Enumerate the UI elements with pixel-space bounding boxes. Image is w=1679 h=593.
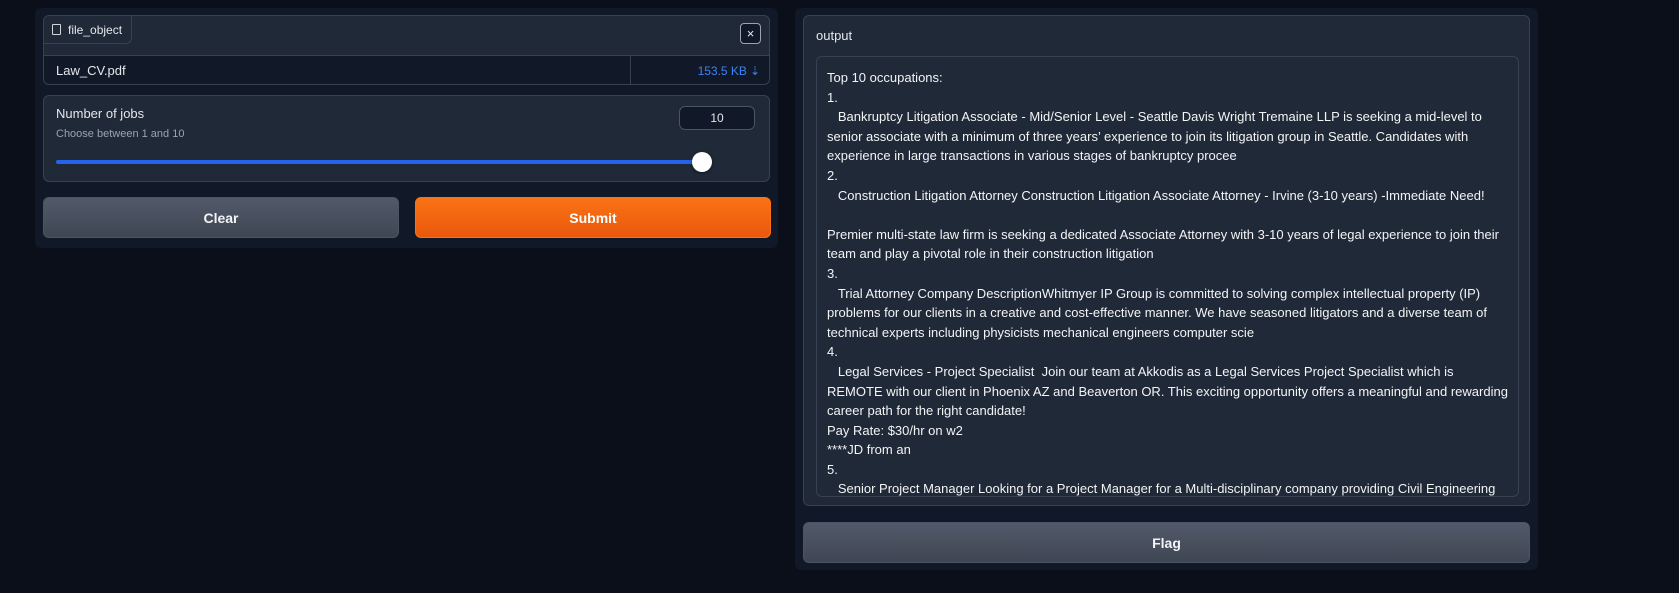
file-icon [52, 24, 61, 35]
slider-thumb[interactable] [692, 152, 712, 172]
submit-button[interactable]: Submit [415, 197, 771, 238]
file-upload[interactable]: file_object × Law_CV.pdf 153.5 KB ⇣ [43, 15, 770, 85]
clear-button[interactable]: Clear [43, 197, 399, 238]
file-size: 153.5 KB [697, 63, 747, 78]
flag-button[interactable]: Flag [803, 522, 1530, 563]
file-name: Law_CV.pdf [44, 56, 631, 84]
download-icon: ⇣ [749, 63, 760, 78]
file-upload-label-text: file_object [68, 22, 123, 37]
output-textbox[interactable]: Top 10 occupations: 1. Bankruptcy Litiga… [816, 56, 1519, 497]
file-upload-label: file_object [44, 16, 133, 44]
file-download-link[interactable]: 153.5 KB ⇣ [631, 56, 769, 84]
file-row: Law_CV.pdf 153.5 KB ⇣ [44, 55, 769, 84]
output-panel: output Top 10 occupations: 1. Bankruptcy… [795, 8, 1538, 570]
slider-track[interactable] [56, 152, 712, 172]
close-icon[interactable]: × [740, 23, 761, 44]
jobs-number-input[interactable] [679, 106, 755, 130]
slider-title: Number of jobs [56, 106, 145, 121]
jobs-slider-block: Number of jobs Choose between 1 and 10 [43, 95, 770, 182]
output-block: output Top 10 occupations: 1. Bankruptcy… [803, 15, 1530, 506]
slider-info: Choose between 1 and 10 [56, 128, 185, 140]
output-label: output [816, 28, 853, 43]
